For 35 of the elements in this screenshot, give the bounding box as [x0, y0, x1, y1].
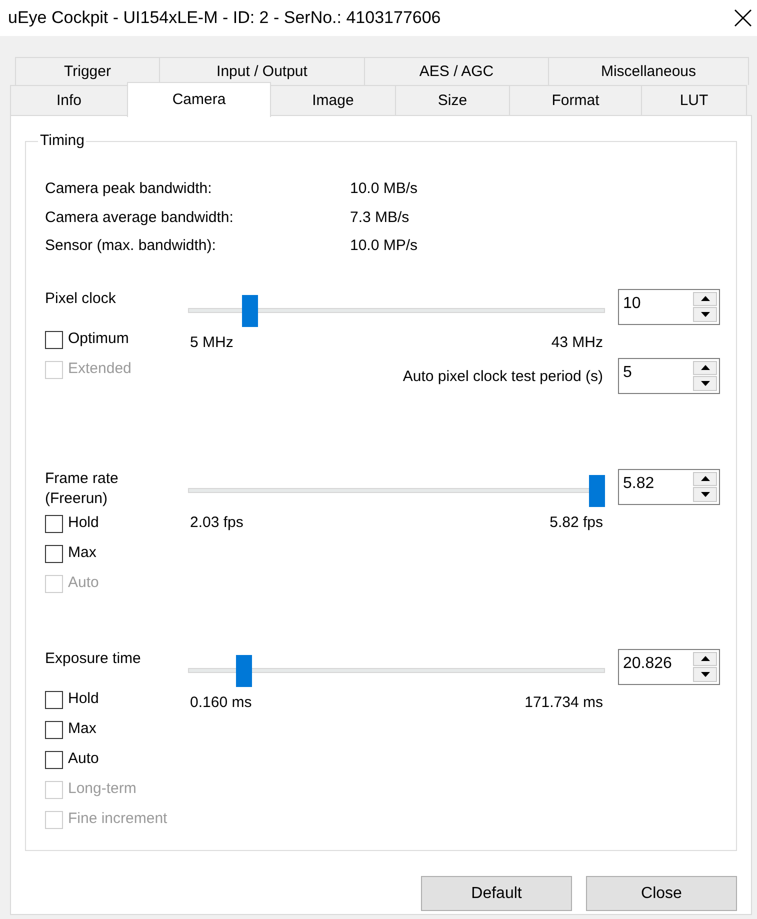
slider-thumb[interactable] — [589, 474, 605, 506]
slider-thumb[interactable] — [236, 654, 252, 686]
tab[interactable]: Info — [10, 85, 128, 115]
window-title: uEye Cockpit - UI154xLE-M - ID: 2 - SerNo.: 4103177606 — [8, 7, 441, 30]
checkbox[interactable]: Auto — [45, 744, 99, 774]
range-max-label: 43 MHz — [551, 332, 603, 353]
range-min-label: 2.03 fps — [190, 512, 244, 533]
info-label: Sensor (max. bandwidth): — [45, 236, 217, 256]
tab[interactable]: LUT — [641, 85, 747, 115]
group-title: Timing — [38, 131, 86, 151]
range-min-label: 5 MHz — [190, 332, 234, 353]
control-label: Exposure time — [45, 648, 141, 668]
checkbox[interactable]: Max — [45, 538, 96, 568]
dialog-button[interactable]: Close — [586, 876, 737, 911]
control-label: Frame rate (Freerun) — [45, 468, 118, 508]
range-max-label: 5.82 fps — [550, 512, 603, 533]
tab[interactable]: Camera — [127, 82, 271, 117]
info-value: 7.3 MB/s — [350, 208, 410, 228]
info-label: Camera peak bandwidth: — [45, 179, 213, 199]
checkbox[interactable]: Hold — [45, 508, 99, 538]
checkbox[interactable]: Max — [45, 714, 96, 744]
tab[interactable]: Trigger — [15, 57, 160, 85]
checkbox[interactable]: Optimum — [45, 324, 129, 354]
range-min-label: 0.160 ms — [190, 692, 252, 713]
info-label: Camera average bandwidth: — [45, 208, 234, 228]
slider-thumb[interactable] — [242, 294, 258, 326]
info-value: 10.0 MP/s — [350, 236, 418, 256]
info-value: 10.0 MB/s — [350, 179, 418, 199]
dialog-button[interactable]: Default — [421, 876, 572, 911]
range-max-label: 171.734 ms — [524, 692, 603, 713]
close-icon[interactable] — [734, 9, 752, 27]
control-label: Pixel clock — [45, 288, 116, 308]
tab[interactable]: Miscellaneous — [548, 57, 749, 85]
checkbox[interactable]: Hold — [45, 684, 99, 714]
field-label: Auto pixel clock test period (s) — [402, 367, 603, 388]
